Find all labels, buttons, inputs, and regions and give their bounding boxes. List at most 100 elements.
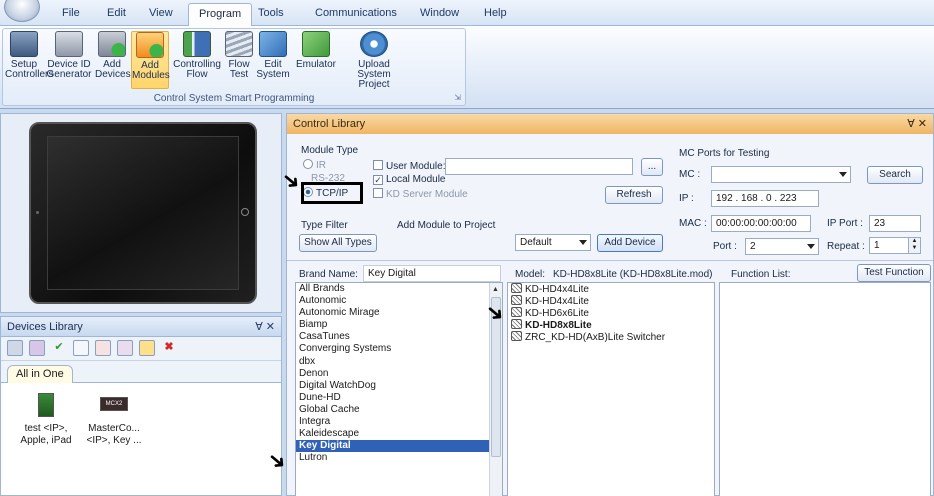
brand-list-item[interactable]: Converging Systems [296, 343, 502, 355]
device-item-mastercontroller[interactable]: MCX2 MasterCo... <IP>, Key ... [79, 393, 149, 447]
scroll-up-arrow-icon[interactable]: ▲ [492, 286, 499, 293]
flow-test-button[interactable]: Flow Test [225, 31, 253, 89]
ribbon-group-smart-programming: Setup Controllers Device ID Generator Ad… [2, 28, 466, 106]
menu-help[interactable]: Help [484, 7, 507, 19]
brand-list-item[interactable]: Denon [296, 368, 502, 380]
add-device-button[interactable]: Add Device [597, 234, 663, 252]
user-module-checkbox[interactable]: User Module: [373, 160, 445, 172]
repeat-label: Repeat : [827, 241, 865, 252]
brand-list-item[interactable]: All Brands [296, 283, 502, 295]
brand-list-item[interactable]: Kaleidescape [296, 428, 502, 440]
user-module-check[interactable] [373, 160, 383, 170]
flow-icon [183, 31, 211, 57]
brand-list-rows: All Brands Autonomic Autonomic Mirage Biamp… [296, 283, 502, 464]
brand-list-item[interactable]: Lutron [296, 452, 502, 464]
ip-label: IP : [679, 193, 694, 204]
kd-server-module-checkbox[interactable]: KD Server Module [373, 188, 468, 200]
application-orb-button[interactable] [4, 0, 40, 22]
menu-program[interactable]: Program [188, 3, 253, 27]
window-icon[interactable] [73, 340, 89, 356]
pin-close-controls[interactable]: ∀ ✕ [907, 117, 927, 130]
flow-test-label-2: Test [229, 69, 249, 80]
browse-button[interactable]: ... [641, 158, 663, 176]
brand-list-item[interactable]: Biamp [296, 319, 502, 331]
model-list-item[interactable]: KD-HD4x4Lite [508, 295, 714, 307]
brand-list-item[interactable]: Digital WatchDog [296, 380, 502, 392]
model-list-item[interactable]: ZRC_KD-HD(AxB)Lite Switcher [508, 331, 714, 343]
function-list[interactable] [719, 282, 931, 496]
dialog-launcher-icon[interactable]: ⇲ [454, 93, 461, 102]
module-type-label: Module Type [301, 145, 359, 156]
mc-label: MC : [679, 169, 701, 180]
ip-address-field[interactable]: 192 . 168 . 0 . 223 [711, 190, 819, 207]
module-default-dropdown[interactable]: Default [515, 234, 591, 251]
window-remove-icon[interactable] [95, 340, 111, 356]
local-module-checkbox[interactable]: ✓ Local Module [373, 174, 445, 185]
edit-system-label-2: System [256, 69, 290, 80]
menu-view[interactable]: View [149, 7, 173, 19]
search-button[interactable]: Search [867, 166, 923, 184]
menu-window[interactable]: Window [420, 7, 459, 19]
radio-ir[interactable]: IR [303, 159, 326, 171]
brand-list-item[interactable]: dbx [296, 356, 502, 368]
brand-list-item[interactable]: Key Digital [296, 440, 502, 453]
model-list-item[interactable]: KD-HD8x8Lite [508, 319, 714, 331]
upload-system-label-2: Project [358, 79, 390, 90]
radio-ir-button[interactable] [303, 159, 313, 169]
add-module-to-project-label: Add Module to Project [397, 220, 496, 231]
local-module-label: Local Module [386, 174, 446, 185]
model-list-item[interactable]: KD-HD6x6Lite [508, 307, 714, 319]
device-id-generator-button[interactable]: Device ID Generator [45, 31, 93, 89]
stepper-arrows-icon[interactable]: ▲ ▼ [908, 238, 920, 253]
pin-close-controls[interactable]: ∀ ✕ [255, 320, 275, 333]
window-add-icon[interactable] [117, 340, 133, 356]
add-devices-button[interactable]: Add Devices [95, 31, 131, 89]
brand-name-field[interactable]: Key Digital [363, 265, 501, 282]
device-item-ipad[interactable]: test <IP>, Apple, iPad [11, 393, 81, 447]
menu-edit[interactable]: Edit [107, 7, 126, 19]
menu-communications[interactable]: Communications [315, 7, 397, 19]
device-settings-icon[interactable] [29, 340, 45, 356]
new-device-icon[interactable] [7, 340, 23, 356]
model-list[interactable]: KD-HD4x4Lite KD-HD4x4Lite KD-HD6x6Lite KD-H… [507, 282, 715, 496]
mc-dropdown[interactable] [711, 166, 851, 183]
local-module-check[interactable]: ✓ [373, 175, 383, 185]
tab-all-in-one[interactable]: All in One [7, 365, 73, 383]
ipad-screen [47, 136, 239, 290]
brand-list-item[interactable]: Autonomic Mirage [296, 307, 502, 319]
repeat-stepper[interactable]: 1 ▲ ▼ [869, 237, 921, 254]
emulator-button[interactable]: Emulator [293, 31, 339, 89]
brand-list-item[interactable]: Autonomic [296, 295, 502, 307]
brand-list-item[interactable]: Global Cache [296, 404, 502, 416]
module-default-value: Default [520, 237, 552, 248]
test-function-button[interactable]: Test Function [857, 264, 931, 282]
kd-server-check[interactable] [373, 188, 383, 198]
brand-list-item[interactable]: CasaTunes [296, 331, 502, 343]
user-module-field[interactable] [445, 158, 633, 175]
setup-controllers-button[interactable]: Setup Controllers [5, 31, 53, 89]
checkmark-icon[interactable]: ✔ [51, 340, 67, 356]
brand-list-item[interactable]: Integra [296, 416, 502, 428]
mac-address-field[interactable]: 00:00:00:00:00:00 [711, 215, 811, 232]
repeat-value: 1 [874, 240, 880, 251]
window-edit-icon[interactable] [139, 340, 155, 356]
menu-file[interactable]: File [62, 7, 80, 19]
brand-list[interactable]: All Brands Autonomic Autonomic Mirage Biamp… [295, 282, 503, 496]
refresh-button[interactable]: Refresh [605, 186, 663, 204]
section-divider [287, 260, 933, 261]
type-filter-label: Type Filter [301, 220, 348, 231]
device-id-label-2: Generator [46, 69, 92, 80]
show-all-types-button[interactable]: Show All Types [299, 234, 377, 252]
add-modules-button[interactable]: Add Modules [131, 31, 170, 89]
menu-tools[interactable]: Tools [258, 7, 284, 19]
port-dropdown[interactable]: 2 [745, 238, 819, 255]
delete-icon[interactable]: ✖ [161, 340, 177, 356]
controlling-flow-button[interactable]: Controlling Flow [171, 31, 223, 89]
brand-name-label: Brand Name: [299, 269, 358, 280]
model-list-item[interactable]: KD-HD4x4Lite [508, 283, 714, 295]
edit-system-button[interactable]: Edit System [255, 31, 291, 89]
ip-port-field[interactable]: 23 [869, 215, 921, 232]
upload-system-project-button[interactable]: Upload System Project [341, 31, 407, 90]
user-module-label: User Module: [386, 161, 446, 172]
brand-list-item[interactable]: Dune-HD [296, 392, 502, 404]
